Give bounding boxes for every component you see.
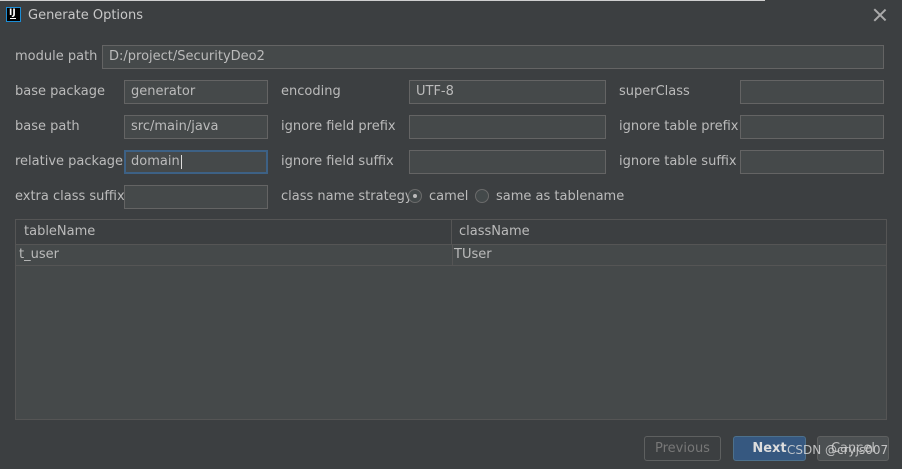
base-path-label: base path [15,119,80,134]
column-divider[interactable] [451,220,452,244]
same-as-tablename-radio[interactable] [475,189,489,203]
module-path-field[interactable]: D:/project/SecurityDeo2 [102,45,884,69]
extra-class-suffix-label: extra class suffix [15,189,125,204]
module-path-label: module path [15,49,98,64]
cell-divider [452,245,453,265]
tables-table[interactable]: tableName className t_user TUser [15,219,887,420]
encoding-field[interactable]: UTF-8 [409,80,606,104]
dialog-title: Generate Options [28,8,144,23]
encoding-label: encoding [281,84,341,99]
ignore-field-suffix-label: ignore field suffix [281,154,394,169]
camel-radio-label[interactable]: camel [429,189,468,204]
class-name-strategy-label: class name strategy [281,189,413,204]
title-bar: IJ Generate Options [0,0,902,32]
ignore-table-prefix-field[interactable] [740,115,884,139]
table-row[interactable]: t_user TUser [16,245,886,266]
window-top-edge [0,0,765,1]
table-cell-classname[interactable]: TUser [454,245,492,265]
previous-button[interactable]: Previous [644,436,721,461]
ignore-field-prefix-label: ignore field prefix [281,119,396,134]
intellij-app-icon: IJ [6,7,21,22]
superclass-field[interactable] [740,80,884,104]
table-header: tableName className [16,220,886,245]
ignore-table-prefix-label: ignore table prefix [619,119,739,134]
base-package-field[interactable]: generator [124,80,268,104]
column-header-classname[interactable]: className [459,220,530,244]
ignore-field-prefix-field[interactable] [409,115,606,139]
camel-radio[interactable] [408,189,422,203]
ignore-field-suffix-field[interactable] [409,150,606,174]
relative-package-field[interactable]: domain [124,150,268,174]
relative-package-value: domain [131,154,180,169]
same-as-tablename-radio-label[interactable]: same as tablename [496,189,624,204]
base-path-field[interactable]: src/main/java [124,115,268,139]
ignore-table-suffix-field[interactable] [740,150,884,174]
superclass-label: superClass [619,84,690,99]
relative-package-label: relative package [15,154,124,169]
base-package-label: base package [15,84,106,99]
table-cell-tablename[interactable]: t_user [19,245,59,265]
watermark: CSDN @cryjs007 [787,443,889,457]
column-header-tablename[interactable]: tableName [24,220,95,244]
text-caret [180,154,182,169]
close-icon[interactable] [872,7,888,23]
extra-class-suffix-field[interactable] [124,185,268,209]
ignore-table-suffix-label: ignore table suffix [619,154,737,169]
